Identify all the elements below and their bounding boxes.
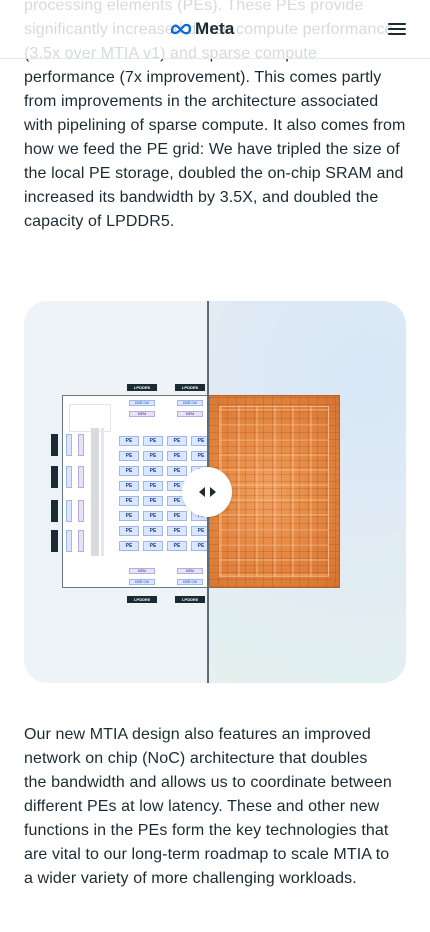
pe-cell: PE xyxy=(119,541,139,551)
mem-bottom-left: MEM xyxy=(129,568,155,574)
arrow-right-icon xyxy=(209,487,216,497)
mem-bottom-right: MEM xyxy=(177,568,203,574)
pe-cell: PE xyxy=(143,466,163,476)
pe-cell: PE xyxy=(167,436,187,446)
sram-bar xyxy=(91,428,99,556)
slider-handle[interactable] xyxy=(182,467,232,517)
left-right-arrows-icon xyxy=(198,487,205,497)
mem-top-left: MEM xyxy=(129,411,155,417)
meta-logo[interactable]: Meta xyxy=(170,19,235,39)
pe-cell: PE xyxy=(143,496,163,506)
ddr-ctrl-bottom-left: DDR Ctrl xyxy=(129,579,155,585)
pe-cell: PE xyxy=(167,466,187,476)
pe-cell: PE xyxy=(119,511,139,521)
pe-cell: PE xyxy=(167,526,187,536)
pe-cell: PE xyxy=(143,511,163,521)
ddr-ctrl-top-right: DDR Ctrl xyxy=(177,400,203,406)
pe-cell: PE xyxy=(167,511,187,521)
paragraph-noc: Our new MTIA design also features an imp… xyxy=(24,726,392,887)
ddr-ctrl-bottom-right: DDR Ctrl xyxy=(177,579,203,585)
pe-cell: PE xyxy=(119,436,139,446)
lpddr5-bottom-left: LPDDR5 xyxy=(127,596,157,603)
pe-cell: PE xyxy=(167,451,187,461)
lpddr5-top-right: LPDDR5 xyxy=(175,384,205,391)
mem-top-right: MEM xyxy=(177,411,203,417)
pe-cell: PE xyxy=(143,481,163,491)
image-comparison-slider[interactable]: LPDDR5 LPDDR5 DDR Ctrl DDR Ctrl MEM MEM … xyxy=(24,301,406,683)
pe-cell: PE xyxy=(119,526,139,536)
hamburger-menu-icon xyxy=(388,23,406,25)
site-header: Meta xyxy=(0,0,430,59)
pe-cell: PE xyxy=(143,541,163,551)
pe-cell: PE xyxy=(167,541,187,551)
menu-button[interactable] xyxy=(386,20,408,38)
lpddr5-top-left: LPDDR5 xyxy=(127,384,157,391)
meta-infinity-icon xyxy=(170,23,192,35)
pe-cell: PE xyxy=(119,451,139,461)
pe-cell: PE xyxy=(143,526,163,536)
pe-cell: PE xyxy=(119,466,139,476)
ddr-ctrl-top-left: DDR Ctrl xyxy=(129,400,155,406)
pe-cell: PE xyxy=(143,436,163,446)
pe-cell: PE xyxy=(119,496,139,506)
brand-name: Meta xyxy=(195,19,235,38)
lpddr5-bottom-right: LPDDR5 xyxy=(175,596,205,603)
pe-cell: PE xyxy=(143,451,163,461)
pe-cell: PE xyxy=(119,481,139,491)
